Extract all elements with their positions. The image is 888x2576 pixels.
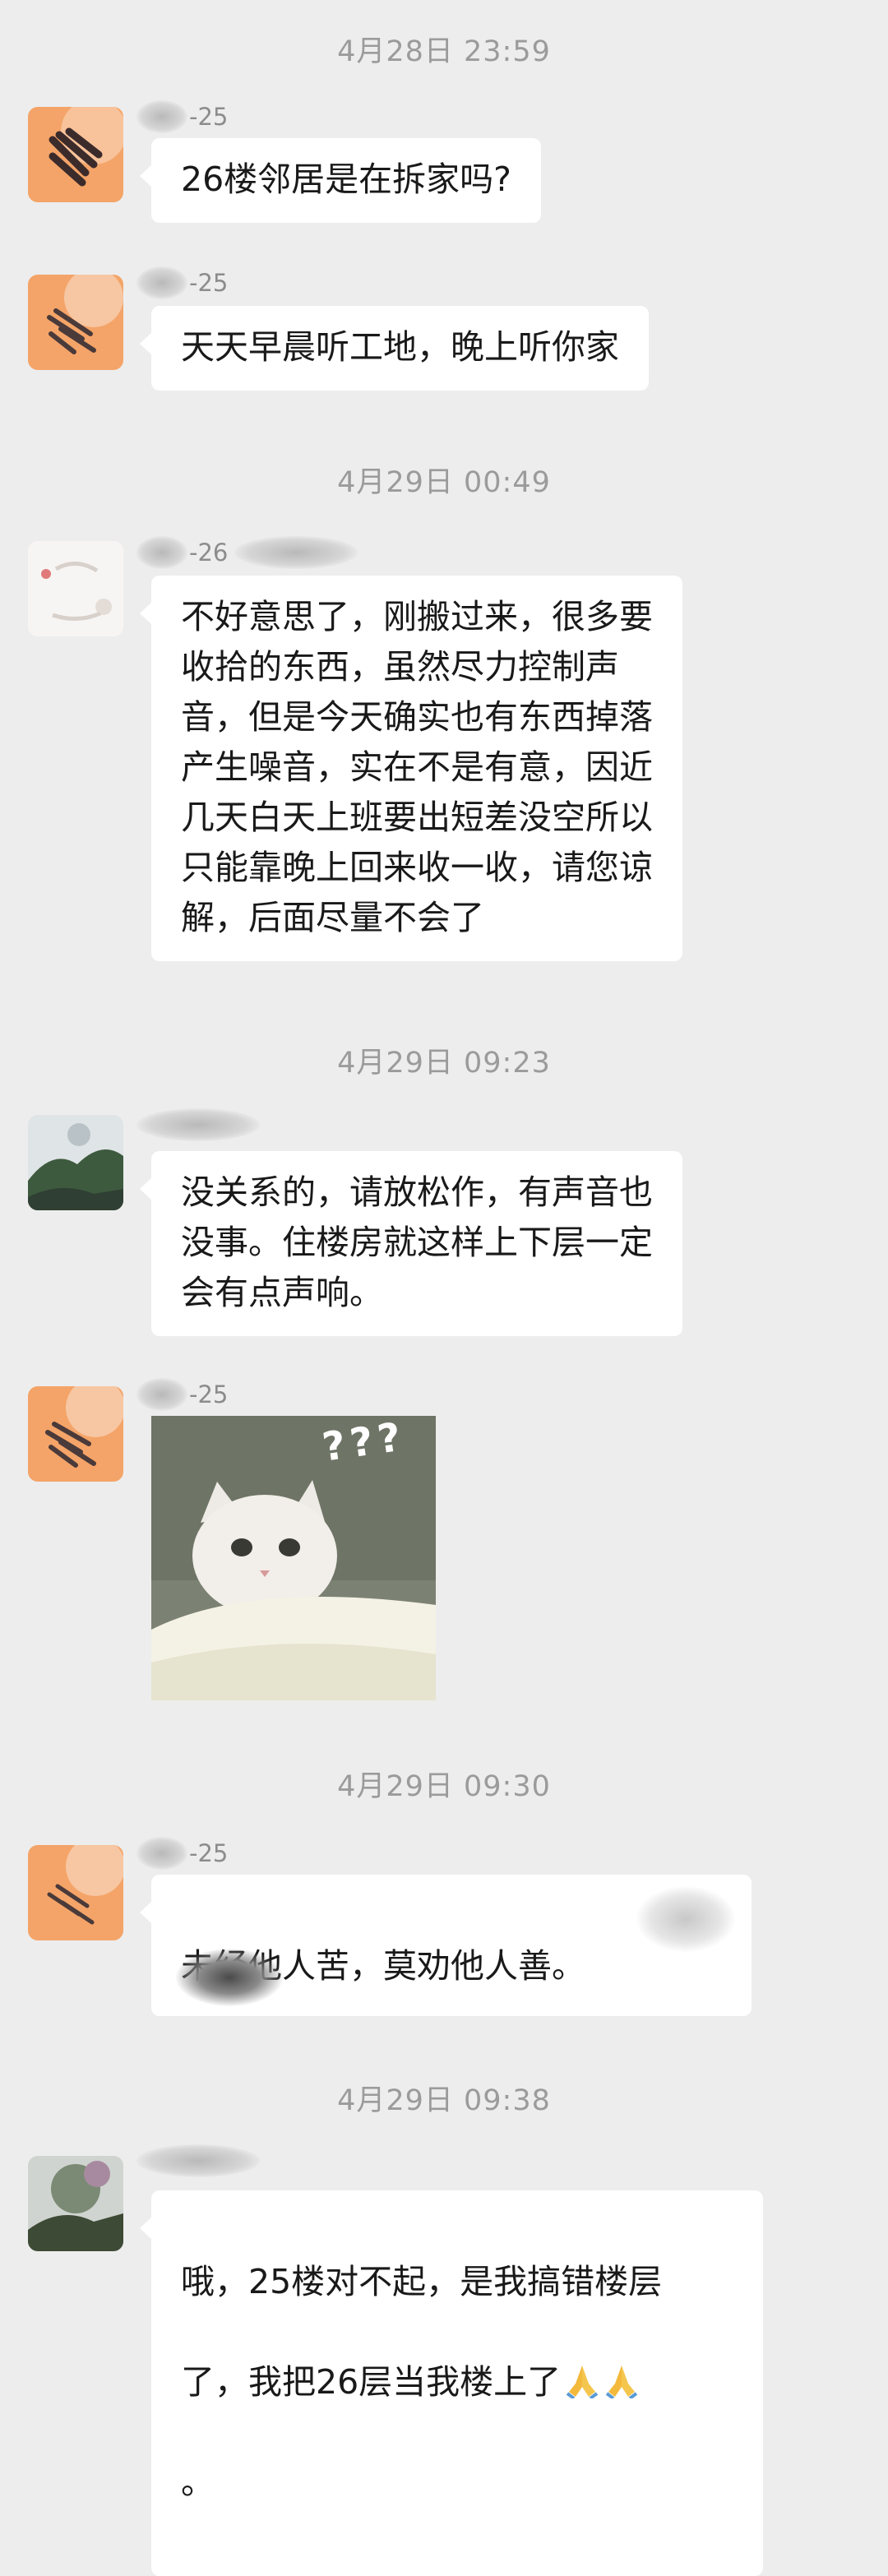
timestamp: 4月29日 09:38 [337,2084,551,2117]
redacted-scribble [176,1949,283,2006]
redacted-name-blur [136,1378,187,1411]
message-bubble[interactable]: 26楼邻居是在拆家吗? [140,138,541,223]
avatar-image [28,1115,123,1210]
avatar[interactable] [28,275,123,370]
avatar[interactable] [28,1845,123,1940]
avatar-image [28,275,123,370]
redacted-name-blur [136,1108,260,1141]
sender-suffix: -25 [189,1839,229,1867]
redacted-name-blur [234,536,358,569]
message-bubble[interactable]: 未经他人苦，莫劝他人善。 [140,1875,752,2016]
avatar[interactable] [28,2156,123,2251]
timestamp: 4月29日 09:30 [337,1770,551,1803]
sender-name: -26 [136,533,432,569]
sender-name: -25 [136,263,432,299]
redacted-name-blur [136,266,187,299]
redacted-scribble [636,1886,735,1952]
avatar[interactable] [28,541,123,636]
redacted-name-blur [136,536,187,569]
avatar-image [28,107,123,202]
avatar-image [28,2156,123,2251]
avatar[interactable] [28,107,123,202]
sender-name: -25 [136,1375,432,1411]
message-text-line: 了，我把26层当我楼上了 [181,2357,733,2407]
redacted-name-blur [136,100,187,133]
avatar[interactable] [28,1115,123,1210]
sender-name [136,2141,432,2177]
message-text-segment: 了，我把26层当我楼上了 [181,2362,562,2402]
sender-name: -25 [136,97,432,133]
message-bubble[interactable]: 没关系的，请放松作，有声音也 没事。住楼房就这样上下层一定 会有点声响。 [140,1151,682,1336]
timestamp: 4月29日 09:23 [337,1047,551,1080]
avatar[interactable] [28,1386,123,1482]
message-bubble[interactable]: 天天早晨听工地，晚上听你家 [140,306,649,391]
redacted-name-blur [136,2144,260,2177]
message-text-line: 。 [181,2463,215,2502]
message-text-line: 哦，25楼对不起，是我搞错楼层 [181,2262,663,2301]
avatar-image [28,541,123,636]
cat-question-sticker[interactable]: ??? [151,1416,436,1700]
folded-hands-emoji [566,2366,599,2398]
timestamp: 4月28日 23:59 [337,35,551,68]
sender-suffix: -25 [189,1380,229,1408]
sender-name [136,1105,432,1141]
message-bubble[interactable]: 哦，25楼对不起，是我搞错楼层 了，我把26层当我楼上了 。 [140,2190,763,2576]
timestamp: 4月29日 00:49 [337,466,551,499]
redacted-name-blur [136,1837,187,1870]
sender-name: -25 [136,1834,432,1870]
avatar-image [28,1386,123,1482]
sender-suffix: -26 [189,539,229,567]
sender-suffix: -25 [189,103,229,131]
folded-hands-emoji [605,2366,638,2398]
sender-suffix: -25 [189,269,229,297]
avatar-image [28,1845,123,1940]
message-bubble[interactable]: 不好意思了，刚搬过来，很多要 收拾的东西，虽然尽力控制声 音，但是今天确实也有东… [140,576,682,961]
